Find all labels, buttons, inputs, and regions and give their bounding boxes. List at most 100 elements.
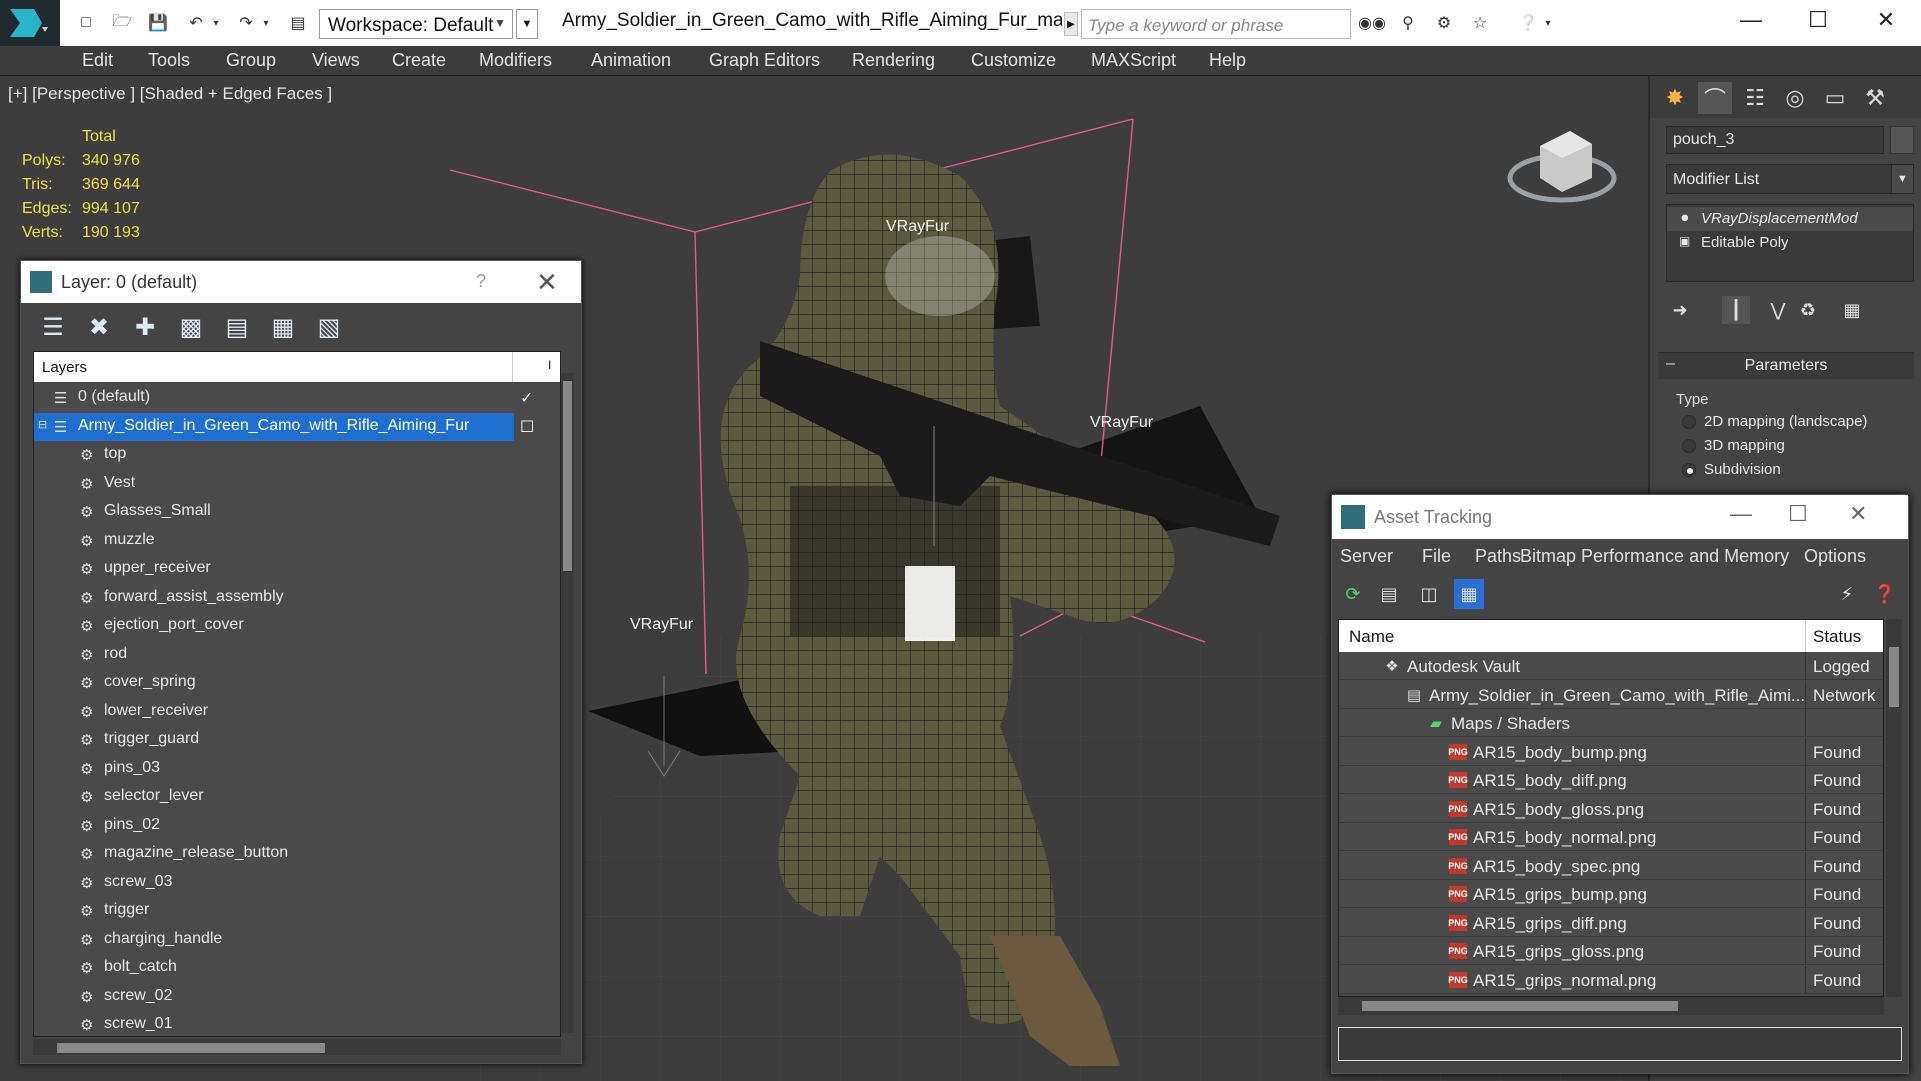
show-end-result-icon[interactable]: ┃ (1722, 296, 1750, 324)
stack-item-editable-poly[interactable]: ▣ Editable Poly (1667, 231, 1913, 255)
list-view-icon[interactable]: ▤ (1374, 579, 1404, 609)
layer-row[interactable]: ⚙ rod (34, 641, 514, 669)
maximize-icon[interactable]: ☐ (1788, 501, 1808, 527)
remove-modifier-icon[interactable]: ♻ (1794, 296, 1822, 324)
viewport-label[interactable]: [+] [Perspective ] [Shaded + Edged Faces… (8, 84, 332, 104)
scrollbar-thumb[interactable] (1889, 647, 1899, 707)
binoculars-icon[interactable]: ◉◉ (1358, 9, 1386, 37)
minimize-button[interactable]: — (1716, 0, 1786, 40)
current-layer-check-icon[interactable]: ✓ (520, 388, 533, 408)
save-file-icon[interactable]: 💾 (144, 9, 172, 37)
asset-horizontal-scrollbar[interactable] (1338, 997, 1884, 1015)
refresh-icon[interactable]: ⟳ (1338, 579, 1368, 609)
search-input[interactable]: Type a keyword or phrase (1081, 9, 1351, 39)
new-file-icon[interactable]: □ (72, 9, 100, 37)
help-icon[interactable]: ❓ (1870, 579, 1900, 609)
undo-icon[interactable]: ↶ (182, 9, 210, 37)
table-view-icon[interactable]: ▦ (1454, 579, 1484, 609)
asset-row[interactable]: PNG AR15_body_diff.png Found (1339, 766, 1883, 794)
name-column-header[interactable]: Name (1349, 627, 1394, 647)
layer-row[interactable]: ⚙ pins_03 (34, 755, 514, 783)
key-icon[interactable]: ⚲ (1394, 9, 1422, 37)
menu-tools[interactable]: Tools (148, 50, 190, 71)
asset-row[interactable]: PNG AR15_body_normal.png Found (1339, 823, 1883, 851)
layer-row[interactable]: ⚙ pins_02 (34, 812, 514, 840)
asset-row[interactable]: PNG AR15_grips_gloss.png Found (1339, 937, 1883, 965)
layer-row[interactable]: ⚙ screw_03 (34, 869, 514, 897)
layer-row[interactable]: ⚙ Glasses_Small (34, 498, 514, 526)
viewcube-icon[interactable] (1507, 131, 1617, 203)
layer-vertical-scrollbar[interactable] (561, 373, 574, 1033)
asset-row[interactable]: PNG AR15_body_spec.png Found (1339, 851, 1883, 880)
menu-customize[interactable]: Customize (971, 50, 1056, 71)
layer-row[interactable]: ⚙ trigger_guard (34, 726, 514, 754)
layer-row[interactable]: ⚙ lower_receiver (34, 698, 514, 726)
tree-view-icon[interactable]: ◫ (1414, 579, 1444, 609)
modifier-list-dropdown[interactable]: Modifier List ▼ (1666, 164, 1914, 194)
layer-row[interactable]: ⚙ charging_handle (34, 926, 514, 954)
asset-menu-paths[interactable]: Paths (1475, 546, 1521, 567)
set-current-layer-icon[interactable]: ☐ (520, 417, 534, 437)
layer-row[interactable]: ⚙ screw_01 (34, 1011, 514, 1036)
layer-row[interactable]: ⚙ Vest (34, 470, 514, 498)
app-logo-button[interactable] (0, 0, 60, 46)
layer-row[interactable]: ⚙ muzzle (34, 527, 514, 555)
layer-row[interactable]: ⚙ magazine_release_button (34, 840, 514, 868)
hierarchy-tab-icon[interactable]: ☷ (1738, 82, 1772, 114)
layer-settings-icon[interactable]: ☰ (39, 313, 67, 341)
asset-row[interactable]: PNG AR15_grips_normal.png Found (1339, 965, 1883, 994)
hide-all-layers-icon[interactable]: ▧ (315, 313, 343, 341)
minimize-icon[interactable]: — (1730, 501, 1752, 527)
pin-stack-icon[interactable]: ➜ (1666, 296, 1694, 324)
select-layer-objects-icon[interactable]: ▩ (177, 313, 205, 341)
radio-button-selected[interactable] (1682, 463, 1696, 477)
asset-row[interactable]: PNG AR15_grips_diff.png Found (1339, 908, 1883, 937)
layer-horizontal-scrollbar[interactable] (33, 1039, 561, 1055)
object-name-field[interactable]: pouch_3 (1666, 126, 1884, 154)
maximize-button[interactable]: ☐ (1783, 0, 1853, 40)
layer-row[interactable]: ⚙ bolt_catch (34, 954, 514, 982)
make-unique-icon[interactable]: ⋁ (1764, 296, 1792, 324)
layer-row[interactable]: ⚙ upper_receiver (34, 555, 514, 583)
close-icon[interactable]: ✕ (536, 267, 558, 298)
menu-graph-editors[interactable]: Graph Editors (709, 50, 820, 71)
modify-tab-icon[interactable]: ⌒ (1698, 82, 1732, 114)
layer-dialog-titlebar[interactable]: Layer: 0 (default) ? ✕ (21, 261, 581, 303)
layer-row[interactable]: ⚙ selector_lever (34, 783, 514, 811)
title-expand-arrow-icon[interactable]: ▶ (1064, 12, 1078, 36)
add-selection-to-layer-icon[interactable]: ▤ (223, 313, 251, 341)
scrollbar-thumb[interactable] (57, 1043, 325, 1053)
menu-views[interactable]: Views (312, 50, 360, 71)
asset-row[interactable]: ▰ Maps / Shaders (1339, 709, 1883, 737)
favorites-star-icon[interactable]: ☆ (1466, 9, 1494, 37)
configure-modifier-sets-icon[interactable]: ▦ (1838, 296, 1866, 324)
rollout-header[interactable]: – Parameters (1658, 353, 1914, 379)
close-icon[interactable]: ✕ (1849, 501, 1867, 527)
menu-edit[interactable]: Edit (82, 50, 113, 71)
layer-row[interactable]: ⚙ screw_02 (34, 983, 514, 1011)
communication-center-icon[interactable]: ⚙ (1430, 9, 1458, 37)
asset-row[interactable]: ▤ Army_Soldier_in_Green_Camo_with_Rifle_A… (1339, 680, 1883, 709)
motion-tab-icon[interactable]: ◎ (1778, 82, 1812, 114)
layer-row[interactable]: ⚙ ejection_port_cover (34, 612, 514, 640)
display-tab-icon[interactable]: ▭ (1818, 82, 1852, 114)
asset-dialog-titlebar[interactable]: Asset Tracking — ☐ ✕ (1332, 495, 1908, 539)
redo-icon[interactable]: ↷ (232, 9, 260, 37)
radio-button[interactable] (1682, 439, 1696, 453)
layer-row[interactable]: ⚙ cover_spring (34, 669, 514, 697)
scrollbar-thumb[interactable] (563, 381, 572, 571)
asset-vertical-scrollbar[interactable] (1886, 619, 1902, 997)
help-icon[interactable]: ❔ (1514, 9, 1542, 37)
close-window-button[interactable]: ✕ (1851, 0, 1921, 40)
column2-header[interactable]: I (548, 358, 551, 372)
stack-item-vraydisplacementmod[interactable]: ⚫ VRayDisplacementMod (1667, 207, 1913, 231)
layer-row[interactable]: ☰ 0 (default) (34, 384, 514, 412)
scrollbar-thumb[interactable] (1362, 1001, 1678, 1011)
asset-row[interactable]: PNG AR15_grips_bump.png Found (1339, 880, 1883, 908)
layer-row[interactable]: ⚙ trigger (34, 897, 514, 925)
menu-modifiers[interactable]: Modifiers (479, 50, 552, 71)
menu-animation[interactable]: Animation (591, 50, 671, 71)
object-color-swatch[interactable] (1890, 126, 1914, 154)
workspace-dropdown[interactable]: Workspace: Default ▼ (319, 9, 513, 39)
menu-help[interactable]: Help (1209, 50, 1246, 71)
